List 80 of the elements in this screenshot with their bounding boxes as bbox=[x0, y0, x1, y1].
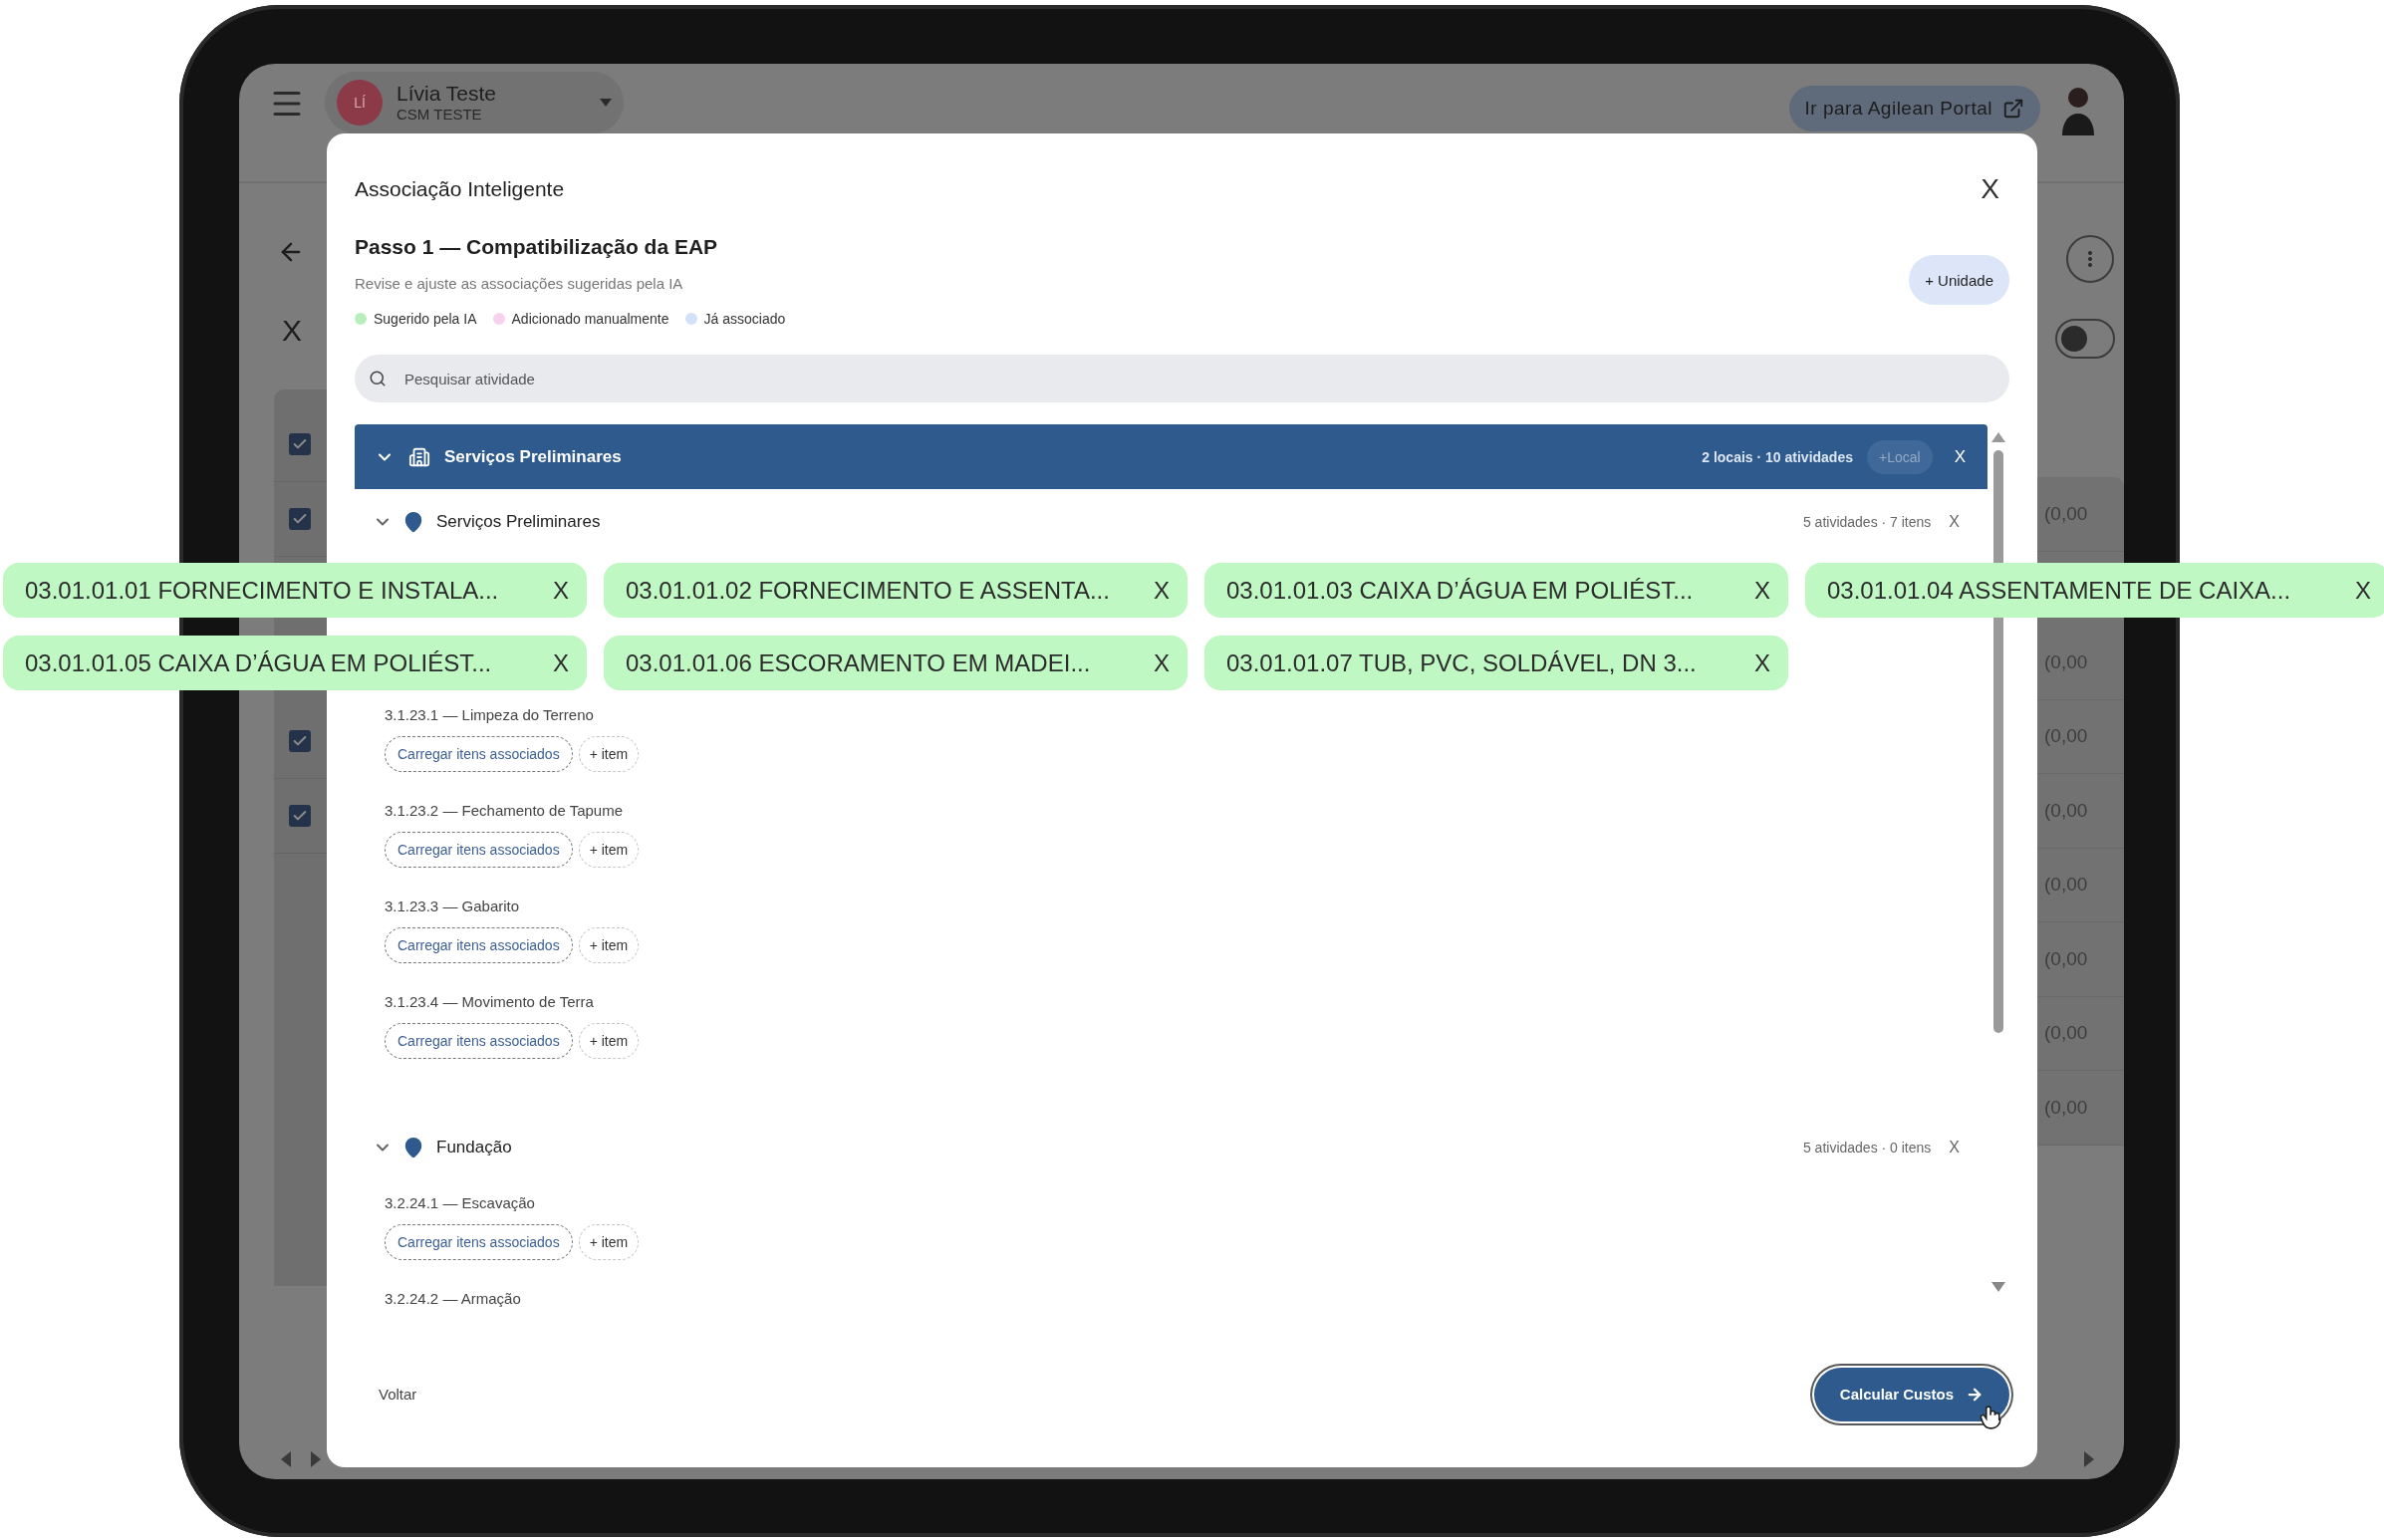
suggestion-chip[interactable]: 03.01.01.01 FORNECIMENTO E INSTALA... X bbox=[3, 563, 587, 618]
legend-label: Adicionado manualmente bbox=[511, 311, 669, 327]
pin-icon bbox=[402, 1137, 424, 1158]
chip-label: 03.01.01.04 ASSENTAMENTE DE CAIXA... bbox=[1827, 576, 2291, 605]
step-title: Passo 1 — Compatibilização da EAP bbox=[355, 234, 719, 260]
add-item-button[interactable]: + item bbox=[578, 1023, 640, 1059]
chip-label: 03.01.01.06 ESCORAMENTO EM MADEI... bbox=[626, 648, 1091, 677]
user-name: Lívia Teste bbox=[397, 82, 497, 106]
more-icon bbox=[2088, 251, 2092, 267]
remove-button[interactable]: X bbox=[1954, 446, 1966, 467]
activity-label: 3.1.23.1 — Limpeza do Terreno bbox=[385, 705, 595, 725]
suggestion-chip[interactable]: 03.01.01.05 CAIXA D’ÁGUA EM POLIÉST... X bbox=[3, 636, 587, 690]
add-unit-button[interactable]: + Unidade bbox=[1909, 255, 2009, 305]
load-items-button[interactable]: Carregar itens associados bbox=[385, 736, 573, 772]
external-link-icon bbox=[2002, 98, 2024, 120]
search-input[interactable]: Pesquisar atividade bbox=[402, 369, 1995, 388]
location-name: Serviços Preliminares bbox=[436, 512, 601, 532]
chip-label: 03.01.01.05 CAIXA D’ÁGUA EM POLIÉST... bbox=[25, 648, 492, 677]
group-summary: 2 locais · 10 atividades bbox=[1702, 448, 1853, 465]
load-items-button[interactable]: Carregar itens associados bbox=[385, 1023, 573, 1059]
toggle-switch[interactable] bbox=[2055, 319, 2115, 359]
add-item-button[interactable]: + item bbox=[578, 1224, 640, 1260]
close-button[interactable]: X bbox=[1981, 173, 1999, 205]
load-items-button[interactable]: Carregar itens associados bbox=[385, 832, 573, 868]
remove-button[interactable]: X bbox=[1949, 513, 1960, 531]
row-checkbox[interactable] bbox=[289, 805, 311, 827]
location-name: Fundação bbox=[436, 1138, 512, 1157]
caret-icon bbox=[600, 99, 612, 107]
suggestion-chip[interactable]: 03.01.01.04 ASSENTAMENTE DE CAIXA... X bbox=[1805, 563, 2384, 618]
user-org: CSM TESTE bbox=[397, 106, 483, 124]
close-text[interactable]: X bbox=[282, 314, 302, 348]
row-checkbox[interactable] bbox=[289, 508, 311, 530]
legend-label: Sugerido pela IA bbox=[374, 311, 477, 327]
location-summary: 5 atividades · 7 itens bbox=[1802, 514, 1932, 530]
scroll-left-icon[interactable] bbox=[281, 1451, 321, 1467]
load-items-button[interactable]: Carregar itens associados bbox=[385, 1224, 573, 1260]
suggestion-chip[interactable]: 03.01.01.03 CAIXA D’ÁGUA EM POLIÉST... X bbox=[1204, 563, 1788, 618]
remove-button[interactable]: X bbox=[1154, 648, 1170, 677]
pin-icon bbox=[402, 511, 424, 533]
activity-label: 3.1.23.4 — Movimento de Terra bbox=[385, 992, 595, 1012]
suggestion-chip[interactable]: 03.01.01.06 ESCORAMENTO EM MADEI... X bbox=[604, 636, 1188, 690]
add-item-button[interactable]: + item bbox=[578, 927, 640, 963]
add-item-button[interactable]: + item bbox=[578, 736, 640, 772]
suggestion-chip[interactable]: 03.01.01.07 TUB, PVC, SOLDÁVEL, DN 3... X bbox=[1204, 636, 1788, 690]
modal-title: Associação Inteligente bbox=[355, 177, 565, 201]
step-subtitle: Revise e ajuste as associações sugeridas pela IA bbox=[355, 274, 684, 294]
scroll-right-icon[interactable] bbox=[2084, 1451, 2094, 1467]
chip-label: 03.01.01.01 FORNECIMENTO E INSTALA... bbox=[25, 576, 499, 605]
group-header[interactable]: Serviços Preliminares 2 locais · 10 atividades +Local X bbox=[355, 424, 1987, 489]
chip-label: 03.01.01.07 TUB, PVC, SOLDÁVEL, DN 3... bbox=[1226, 648, 1697, 677]
search-field[interactable]: Pesquisar atividade bbox=[355, 355, 2009, 402]
legend-label: Já associado bbox=[703, 311, 786, 327]
remove-button[interactable]: X bbox=[553, 576, 569, 605]
remove-button[interactable]: X bbox=[1754, 576, 1770, 605]
remove-button[interactable]: X bbox=[2355, 576, 2371, 605]
chip-label: 03.01.01.02 FORNECIMENTO E ASSENTA... bbox=[626, 576, 1110, 605]
remove-button[interactable]: X bbox=[1154, 576, 1170, 605]
load-items-button[interactable]: Carregar itens associados bbox=[385, 927, 573, 963]
user-selector[interactable]: LÍ Lívia Teste CSM TESTE bbox=[325, 72, 624, 133]
user-initials: LÍ bbox=[337, 80, 383, 126]
back-button[interactable]: Voltar bbox=[379, 1386, 417, 1403]
group-title: Serviços Preliminares bbox=[444, 446, 622, 467]
activity-label: 3.1.23.2 — Fechamento de Tapume bbox=[385, 801, 625, 821]
search-icon bbox=[369, 370, 387, 387]
scroll-up-icon[interactable] bbox=[1991, 432, 2005, 442]
row-checkbox[interactable] bbox=[289, 730, 311, 752]
activity-label: 3.2.24.2 — Armação bbox=[385, 1289, 522, 1309]
building-icon bbox=[408, 445, 430, 468]
activity-label: 3.1.23.3 — Gabarito bbox=[385, 897, 521, 916]
suggestion-chip[interactable]: 03.01.01.02 FORNECIMENTO E ASSENTA... X bbox=[604, 563, 1188, 618]
chip-label: 03.01.01.03 CAIXA D’ÁGUA EM POLIÉST... bbox=[1226, 576, 1694, 605]
activity-label: 3.2.24.1 — Escavação bbox=[385, 1193, 536, 1213]
remove-button[interactable]: X bbox=[1949, 1139, 1960, 1156]
more-button[interactable] bbox=[2066, 235, 2114, 283]
scroll-down-icon[interactable] bbox=[1991, 1282, 2005, 1292]
remove-button[interactable]: X bbox=[1754, 648, 1770, 677]
location-summary: 5 atividades · 0 itens bbox=[1802, 1140, 1932, 1155]
row-checkbox[interactable] bbox=[289, 433, 311, 455]
add-item-button[interactable]: + item bbox=[578, 832, 640, 868]
remove-button[interactable]: X bbox=[553, 648, 569, 677]
